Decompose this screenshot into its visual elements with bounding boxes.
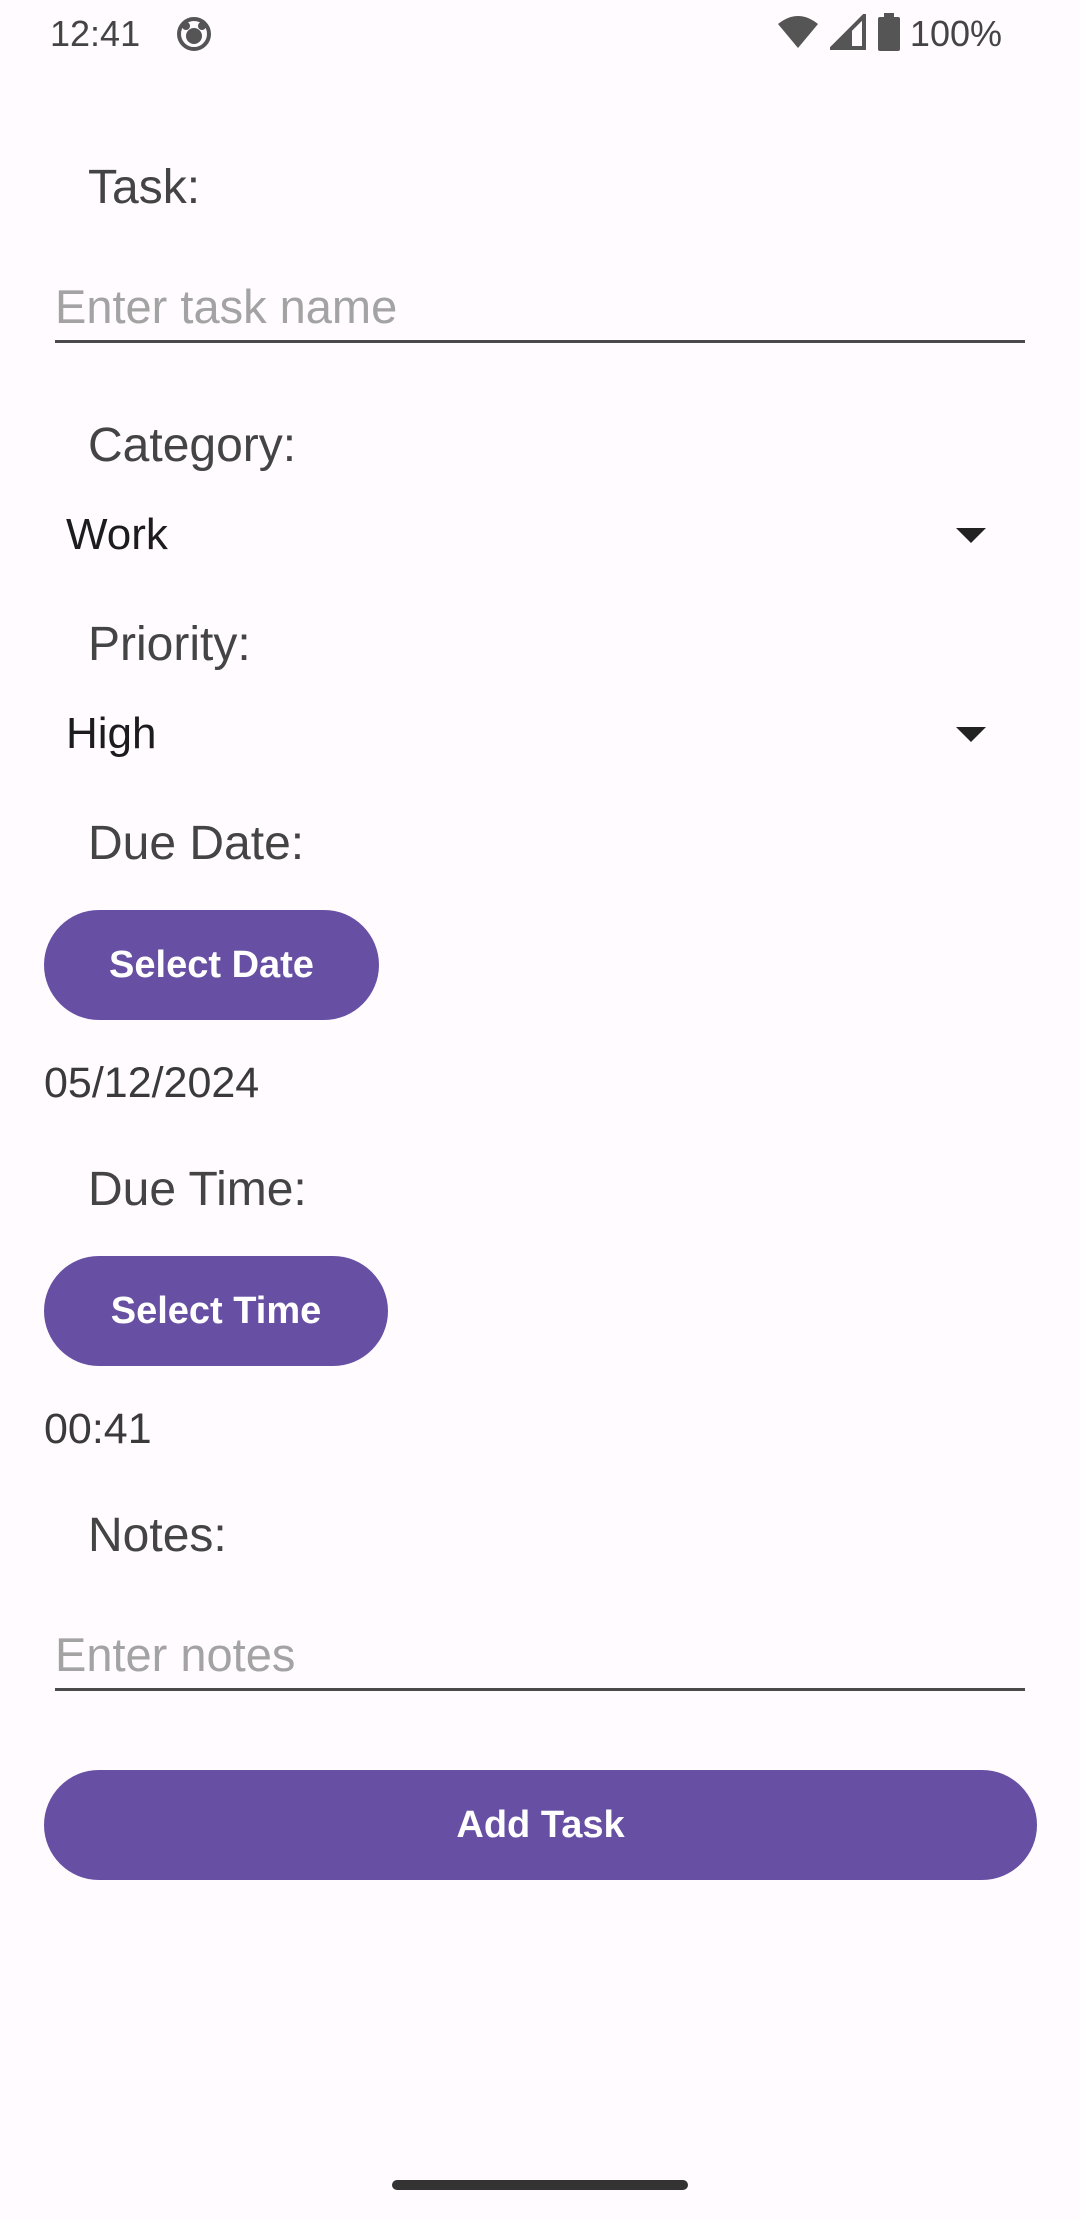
dropdown-arrow-icon <box>956 726 986 742</box>
status-icons: 100% <box>776 10 1002 58</box>
due-time-label: Due Time: <box>88 1163 307 1216</box>
battery-icon <box>877 12 900 56</box>
category-selected-value: Work <box>66 510 168 559</box>
battery-percentage: 100% <box>909 13 1002 54</box>
priority-dropdown[interactable]: High <box>66 699 1006 769</box>
app-notification-icon <box>176 16 212 52</box>
due-time-value: 00:41 <box>44 1405 152 1453</box>
task-name-input[interactable] <box>55 272 1025 343</box>
signal-icon <box>827 10 868 55</box>
wifi-icon <box>776 14 820 55</box>
notes-input[interactable] <box>55 1620 1025 1691</box>
priority-selected-value: High <box>66 709 157 758</box>
select-time-button[interactable]: Select Time <box>44 1256 388 1366</box>
status-time: 12:41 <box>50 13 141 54</box>
due-date-label: Due Date: <box>88 817 305 870</box>
category-label: Category: <box>88 419 297 472</box>
select-date-button[interactable]: Select Date <box>44 910 379 1020</box>
dropdown-arrow-icon <box>956 527 986 543</box>
notes-label: Notes: <box>88 1509 227 1562</box>
due-date-value: 05/12/2024 <box>44 1059 260 1107</box>
home-indicator[interactable] <box>392 2180 688 2190</box>
category-dropdown[interactable]: Work <box>66 500 1006 570</box>
priority-label: Priority: <box>88 618 251 671</box>
add-task-button[interactable]: Add Task <box>44 1770 1037 1880</box>
task-label: Task: <box>88 161 201 214</box>
